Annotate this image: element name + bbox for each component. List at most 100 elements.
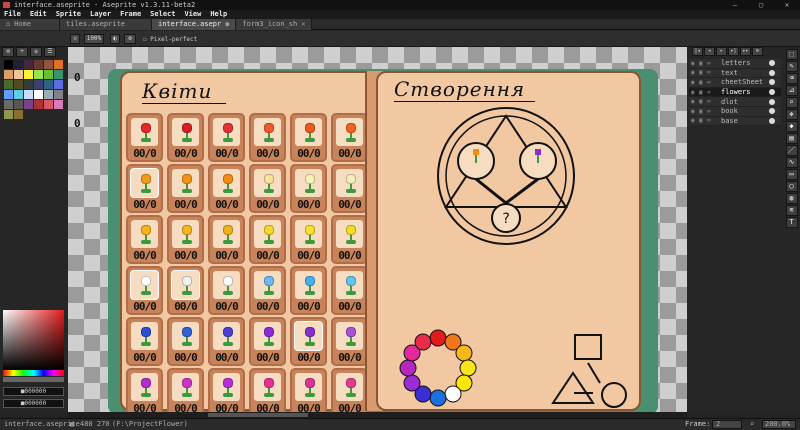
link-icon[interactable]: ∞ [707,117,715,124]
fill-tool-icon[interactable]: ◆ [785,121,798,132]
palette-menu-icon[interactable]: ☰ [44,47,56,57]
rectangle-tool-icon[interactable]: ▭ [785,169,798,180]
palette-swatch[interactable] [24,60,33,69]
cel-dot-icon[interactable] [769,108,775,115]
palette-add-icon[interactable]: + [16,47,28,57]
cel-dot-icon[interactable] [769,98,775,105]
move-tool-icon[interactable]: ✥ [785,109,798,120]
minimize-button[interactable]: — [722,0,748,10]
palette-swatch[interactable] [14,90,23,99]
palette-swatch[interactable] [24,100,33,109]
canvas-area[interactable]: 0 0 Квіти 00/0 00/0 00/0 00/0 00/0 00/0 00/0 00… [68,47,687,412]
next-frame-button[interactable]: ▸| [728,47,739,56]
palette-swatch[interactable] [24,90,33,99]
palette-swatch[interactable] [44,70,53,79]
close-tab-icon[interactable]: ✕ [301,19,305,30]
lock-icon[interactable]: ▣ [699,79,707,86]
palette-swatch[interactable] [14,80,23,89]
tab-tiles[interactable]: tiles.aseprite [60,19,152,30]
first-frame-button[interactable]: |◂ [692,47,703,56]
link-icon[interactable]: ∞ [707,79,715,86]
eye-icon[interactable]: ◉ [691,108,699,115]
palette-swatch[interactable] [44,100,53,109]
brush-size-field[interactable]: 100% [84,34,104,44]
opacity-button[interactable]: ⚙ [124,34,136,44]
lock-icon[interactable]: ▣ [699,117,707,124]
close-button[interactable]: ✕ [774,0,800,10]
palette-swatch[interactable] [34,100,43,109]
lock-icon[interactable]: ▣ [699,60,707,67]
zoom-field[interactable]: 200.0% [762,420,796,429]
palette-swatch[interactable] [14,70,23,79]
palette-options-icon[interactable]: ⚙ [2,47,14,57]
hue-slider[interactable] [3,370,64,376]
gradient-tool-icon[interactable]: ▤ [785,133,798,144]
lock-icon[interactable]: ▣ [699,69,707,76]
cel-dot-icon[interactable] [769,60,775,67]
tab-interface[interactable]: interface.asepr ● [152,19,237,30]
palette-swatch[interactable] [24,80,33,89]
eye-icon[interactable]: ◉ [691,117,699,124]
link-icon[interactable]: ∞ [707,60,715,67]
link-icon[interactable]: ∞ [707,98,715,105]
palette-swatch[interactable] [4,90,13,99]
line-tool-icon[interactable]: ／ [785,145,798,156]
play-button[interactable]: ▸ [716,47,727,56]
palette-swatch[interactable] [34,80,43,89]
palette-swatch[interactable] [4,80,13,89]
palette-swatch[interactable] [54,70,63,79]
lock-icon[interactable]: ▣ [699,98,707,105]
palette-swatch[interactable] [54,80,63,89]
cel-dot-icon[interactable] [769,69,775,76]
horizontal-scroll-thumb[interactable] [208,413,308,417]
text-tool-icon[interactable]: T [785,217,798,228]
palette-sort-icon[interactable]: ≡ [30,47,42,57]
layer-row[interactable]: ◉ ▣ ∞ base [689,116,781,127]
palette-swatch[interactable] [44,80,53,89]
menu-layer[interactable]: Layer [90,10,111,19]
palette-swatch[interactable] [14,110,23,119]
timeline-options-button[interactable]: ⚙ [752,47,763,56]
cel-dot-icon[interactable] [769,117,775,124]
tab-form3[interactable]: form3_icon_sh ✕ [236,19,313,30]
cel-dot-icon[interactable] [769,79,775,86]
menu-edit[interactable]: Edit [30,10,47,19]
last-frame-button[interactable]: ▸▸ [740,47,751,56]
palette-swatch[interactable] [4,110,13,119]
layer-row[interactable]: ◉ ▣ ∞ letters [689,59,781,69]
menu-help[interactable]: Help [210,10,227,19]
frame-field[interactable]: 2 [712,420,742,429]
eye-icon[interactable]: ◉ [691,69,699,76]
palette-swatch[interactable] [4,100,13,109]
layer-row[interactable]: ◉ ▣ ∞ dlot [689,97,781,107]
palette-swatch[interactable] [44,60,53,69]
menu-select[interactable]: Select [150,10,175,19]
marquee-tool-icon[interactable]: ⬚ [785,49,798,60]
eye-icon[interactable]: ◉ [691,60,699,67]
brush-type-button[interactable]: ▫ [70,34,80,44]
background-color-button[interactable]: ■000000 [3,399,64,408]
foreground-color-button[interactable]: ■000000 [3,387,64,396]
curve-tool-icon[interactable]: ∿ [785,157,798,168]
cel-dot-icon[interactable] [769,89,775,96]
ellipse-tool-icon[interactable]: ◯ [785,181,798,192]
pencil-tool-icon[interactable]: ✎ [785,61,798,72]
tab-home[interactable]: ⌂ Home [0,19,60,30]
menu-file[interactable]: File [4,10,21,19]
palette-swatch[interactable] [54,60,63,69]
palette-swatch[interactable] [4,60,13,69]
palette-swatch[interactable] [24,70,33,79]
contour-tool-icon[interactable]: ◍ [785,193,798,204]
palette-swatch[interactable] [54,90,63,99]
maximize-button[interactable]: ▢ [748,0,774,10]
palette-swatch[interactable] [34,70,43,79]
zoom-tool-icon[interactable]: ⌕ [785,97,798,108]
palette-swatch[interactable] [54,100,63,109]
link-icon[interactable]: ∞ [707,69,715,76]
palette-swatch[interactable] [4,70,13,79]
menu-frame[interactable]: Frame [120,10,141,19]
modified-dot-icon[interactable]: ● [225,19,229,30]
palette-swatch[interactable] [14,100,23,109]
palette-swatches[interactable] [4,60,63,119]
layer-row[interactable]: ◉ ▣ ∞ text [689,68,781,79]
